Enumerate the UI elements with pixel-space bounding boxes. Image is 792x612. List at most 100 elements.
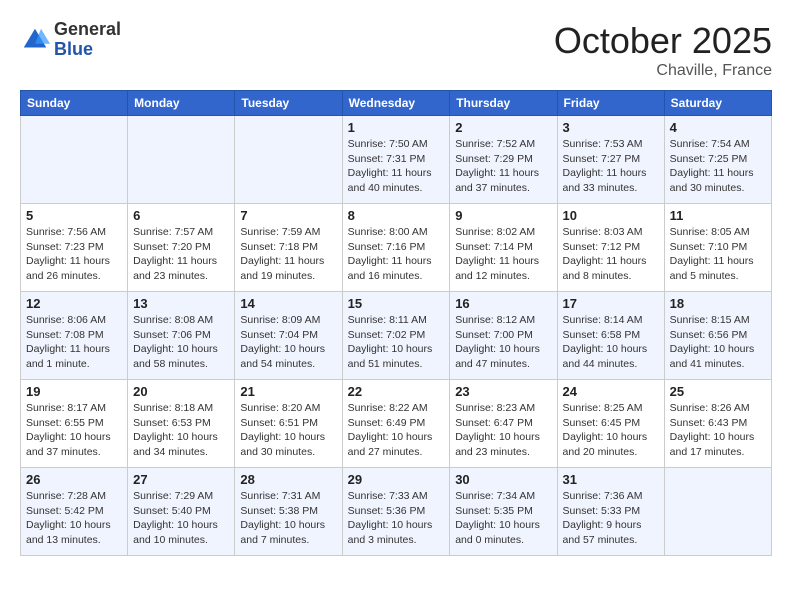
logo-icon <box>20 25 50 55</box>
day-info: Sunrise: 8:03 AM Sunset: 7:12 PM Dayligh… <box>563 225 659 284</box>
day-number: 13 <box>133 296 229 311</box>
day-number: 31 <box>563 472 659 487</box>
calendar-cell: 15 Sunrise: 8:11 AM Sunset: 7:02 PM Dayli… <box>342 292 450 380</box>
calendar-cell: 2 Sunrise: 7:52 AM Sunset: 7:29 PM Daylig… <box>450 116 557 204</box>
day-info: Sunrise: 8:17 AM Sunset: 6:55 PM Dayligh… <box>26 401 122 460</box>
calendar-cell: 1 Sunrise: 7:50 AM Sunset: 7:31 PM Daylig… <box>342 116 450 204</box>
calendar-cell: 11 Sunrise: 8:05 AM Sunset: 7:10 PM Dayli… <box>664 204 771 292</box>
calendar-cell: 6 Sunrise: 7:57 AM Sunset: 7:20 PM Daylig… <box>128 204 235 292</box>
day-info: Sunrise: 8:14 AM Sunset: 6:58 PM Dayligh… <box>563 313 659 372</box>
calendar-cell: 8 Sunrise: 8:00 AM Sunset: 7:16 PM Daylig… <box>342 204 450 292</box>
calendar-week-row: 1 Sunrise: 7:50 AM Sunset: 7:31 PM Daylig… <box>21 116 772 204</box>
calendar-cell: 21 Sunrise: 8:20 AM Sunset: 6:51 PM Dayli… <box>235 380 342 468</box>
day-info: Sunrise: 8:06 AM Sunset: 7:08 PM Dayligh… <box>26 313 122 372</box>
day-info: Sunrise: 7:28 AM Sunset: 5:42 PM Dayligh… <box>26 489 122 548</box>
calendar-cell: 30Sunrise: 7:34 AM Sunset: 5:35 PM Dayli… <box>450 468 557 556</box>
weekday-header: Sunday <box>21 91 128 116</box>
day-number: 19 <box>26 384 122 399</box>
calendar-cell: 4 Sunrise: 7:54 AM Sunset: 7:25 PM Daylig… <box>664 116 771 204</box>
day-info: Sunrise: 8:12 AM Sunset: 7:00 PM Dayligh… <box>455 313 551 372</box>
calendar-cell: 7Sunrise: 7:59 AM Sunset: 7:18 PM Daylig… <box>235 204 342 292</box>
calendar-cell: 24 Sunrise: 8:25 AM Sunset: 6:45 PM Dayli… <box>557 380 664 468</box>
calendar-header-row: SundayMondayTuesdayWednesdayThursdayFrid… <box>21 91 772 116</box>
day-number: 2 <box>455 120 551 135</box>
day-info: Sunrise: 7:53 AM Sunset: 7:27 PM Dayligh… <box>563 137 659 196</box>
day-info: Sunrise: 8:00 AM Sunset: 7:16 PM Dayligh… <box>348 225 445 284</box>
day-number: 5 <box>26 208 122 223</box>
calendar-cell <box>664 468 771 556</box>
day-number: 4 <box>670 120 766 135</box>
day-number: 14 <box>240 296 336 311</box>
calendar-cell: 19 Sunrise: 8:17 AM Sunset: 6:55 PM Dayli… <box>21 380 128 468</box>
calendar-cell: 22Sunrise: 8:22 AM Sunset: 6:49 PM Dayli… <box>342 380 450 468</box>
day-info: Sunrise: 7:57 AM Sunset: 7:20 PM Dayligh… <box>133 225 229 284</box>
day-info: Sunrise: 8:18 AM Sunset: 6:53 PM Dayligh… <box>133 401 229 460</box>
day-info: Sunrise: 8:08 AM Sunset: 7:06 PM Dayligh… <box>133 313 229 372</box>
calendar-cell <box>128 116 235 204</box>
calendar-week-row: 5 Sunrise: 7:56 AM Sunset: 7:23 PM Daylig… <box>21 204 772 292</box>
day-info: Sunrise: 7:31 AM Sunset: 5:38 PM Dayligh… <box>240 489 336 548</box>
calendar-cell: 23 Sunrise: 8:23 AM Sunset: 6:47 PM Dayli… <box>450 380 557 468</box>
logo-blue: Blue <box>54 40 121 60</box>
day-number: 9 <box>455 208 551 223</box>
calendar-week-row: 19 Sunrise: 8:17 AM Sunset: 6:55 PM Dayli… <box>21 380 772 468</box>
calendar-cell: 29Sunrise: 7:33 AM Sunset: 5:36 PM Dayli… <box>342 468 450 556</box>
calendar-cell: 10Sunrise: 8:03 AM Sunset: 7:12 PM Dayli… <box>557 204 664 292</box>
calendar-week-row: 26Sunrise: 7:28 AM Sunset: 5:42 PM Dayli… <box>21 468 772 556</box>
calendar-week-row: 12 Sunrise: 8:06 AM Sunset: 7:08 PM Dayli… <box>21 292 772 380</box>
calendar-cell: 31 Sunrise: 7:36 AM Sunset: 5:33 PM Dayli… <box>557 468 664 556</box>
calendar-cell: 18 Sunrise: 8:15 AM Sunset: 6:56 PM Dayli… <box>664 292 771 380</box>
location-title: Chaville, France <box>554 62 772 80</box>
day-number: 23 <box>455 384 551 399</box>
weekday-header: Wednesday <box>342 91 450 116</box>
day-info: Sunrise: 7:50 AM Sunset: 7:31 PM Dayligh… <box>348 137 445 196</box>
calendar-cell: 13 Sunrise: 8:08 AM Sunset: 7:06 PM Dayli… <box>128 292 235 380</box>
day-info: Sunrise: 8:23 AM Sunset: 6:47 PM Dayligh… <box>455 401 551 460</box>
day-number: 22 <box>348 384 445 399</box>
day-info: Sunrise: 7:36 AM Sunset: 5:33 PM Dayligh… <box>563 489 659 548</box>
day-info: Sunrise: 8:05 AM Sunset: 7:10 PM Dayligh… <box>670 225 766 284</box>
day-number: 6 <box>133 208 229 223</box>
month-title: October 2025 <box>554 20 772 62</box>
calendar-cell: 28 Sunrise: 7:31 AM Sunset: 5:38 PM Dayli… <box>235 468 342 556</box>
day-number: 15 <box>348 296 445 311</box>
calendar-cell: 9 Sunrise: 8:02 AM Sunset: 7:14 PM Daylig… <box>450 204 557 292</box>
day-number: 28 <box>240 472 336 487</box>
day-number: 16 <box>455 296 551 311</box>
day-info: Sunrise: 7:56 AM Sunset: 7:23 PM Dayligh… <box>26 225 122 284</box>
day-info: Sunrise: 8:09 AM Sunset: 7:04 PM Dayligh… <box>240 313 336 372</box>
logo: General Blue <box>20 20 121 60</box>
calendar-cell: 16 Sunrise: 8:12 AM Sunset: 7:00 PM Dayli… <box>450 292 557 380</box>
day-number: 7 <box>240 208 336 223</box>
day-number: 11 <box>670 208 766 223</box>
calendar-cell: 27Sunrise: 7:29 AM Sunset: 5:40 PM Dayli… <box>128 468 235 556</box>
day-info: Sunrise: 8:26 AM Sunset: 6:43 PM Dayligh… <box>670 401 766 460</box>
page-header: General Blue October 2025 Chaville, Fran… <box>20 20 772 80</box>
day-info: Sunrise: 7:54 AM Sunset: 7:25 PM Dayligh… <box>670 137 766 196</box>
calendar-cell: 14 Sunrise: 8:09 AM Sunset: 7:04 PM Dayli… <box>235 292 342 380</box>
weekday-header: Tuesday <box>235 91 342 116</box>
day-number: 18 <box>670 296 766 311</box>
day-number: 20 <box>133 384 229 399</box>
day-info: Sunrise: 8:15 AM Sunset: 6:56 PM Dayligh… <box>670 313 766 372</box>
day-number: 24 <box>563 384 659 399</box>
day-info: Sunrise: 8:11 AM Sunset: 7:02 PM Dayligh… <box>348 313 445 372</box>
day-number: 8 <box>348 208 445 223</box>
calendar-cell: 20 Sunrise: 8:18 AM Sunset: 6:53 PM Dayli… <box>128 380 235 468</box>
day-info: Sunrise: 8:25 AM Sunset: 6:45 PM Dayligh… <box>563 401 659 460</box>
logo-general: General <box>54 20 121 40</box>
day-number: 12 <box>26 296 122 311</box>
calendar-cell <box>21 116 128 204</box>
day-number: 1 <box>348 120 445 135</box>
weekday-header: Thursday <box>450 91 557 116</box>
calendar-cell: 12 Sunrise: 8:06 AM Sunset: 7:08 PM Dayli… <box>21 292 128 380</box>
weekday-header: Monday <box>128 91 235 116</box>
day-info: Sunrise: 8:20 AM Sunset: 6:51 PM Dayligh… <box>240 401 336 460</box>
calendar-cell: 25Sunrise: 8:26 AM Sunset: 6:43 PM Dayli… <box>664 380 771 468</box>
day-number: 21 <box>240 384 336 399</box>
day-number: 30 <box>455 472 551 487</box>
day-info: Sunrise: 7:52 AM Sunset: 7:29 PM Dayligh… <box>455 137 551 196</box>
day-number: 29 <box>348 472 445 487</box>
day-info: Sunrise: 8:02 AM Sunset: 7:14 PM Dayligh… <box>455 225 551 284</box>
day-info: Sunrise: 7:29 AM Sunset: 5:40 PM Dayligh… <box>133 489 229 548</box>
